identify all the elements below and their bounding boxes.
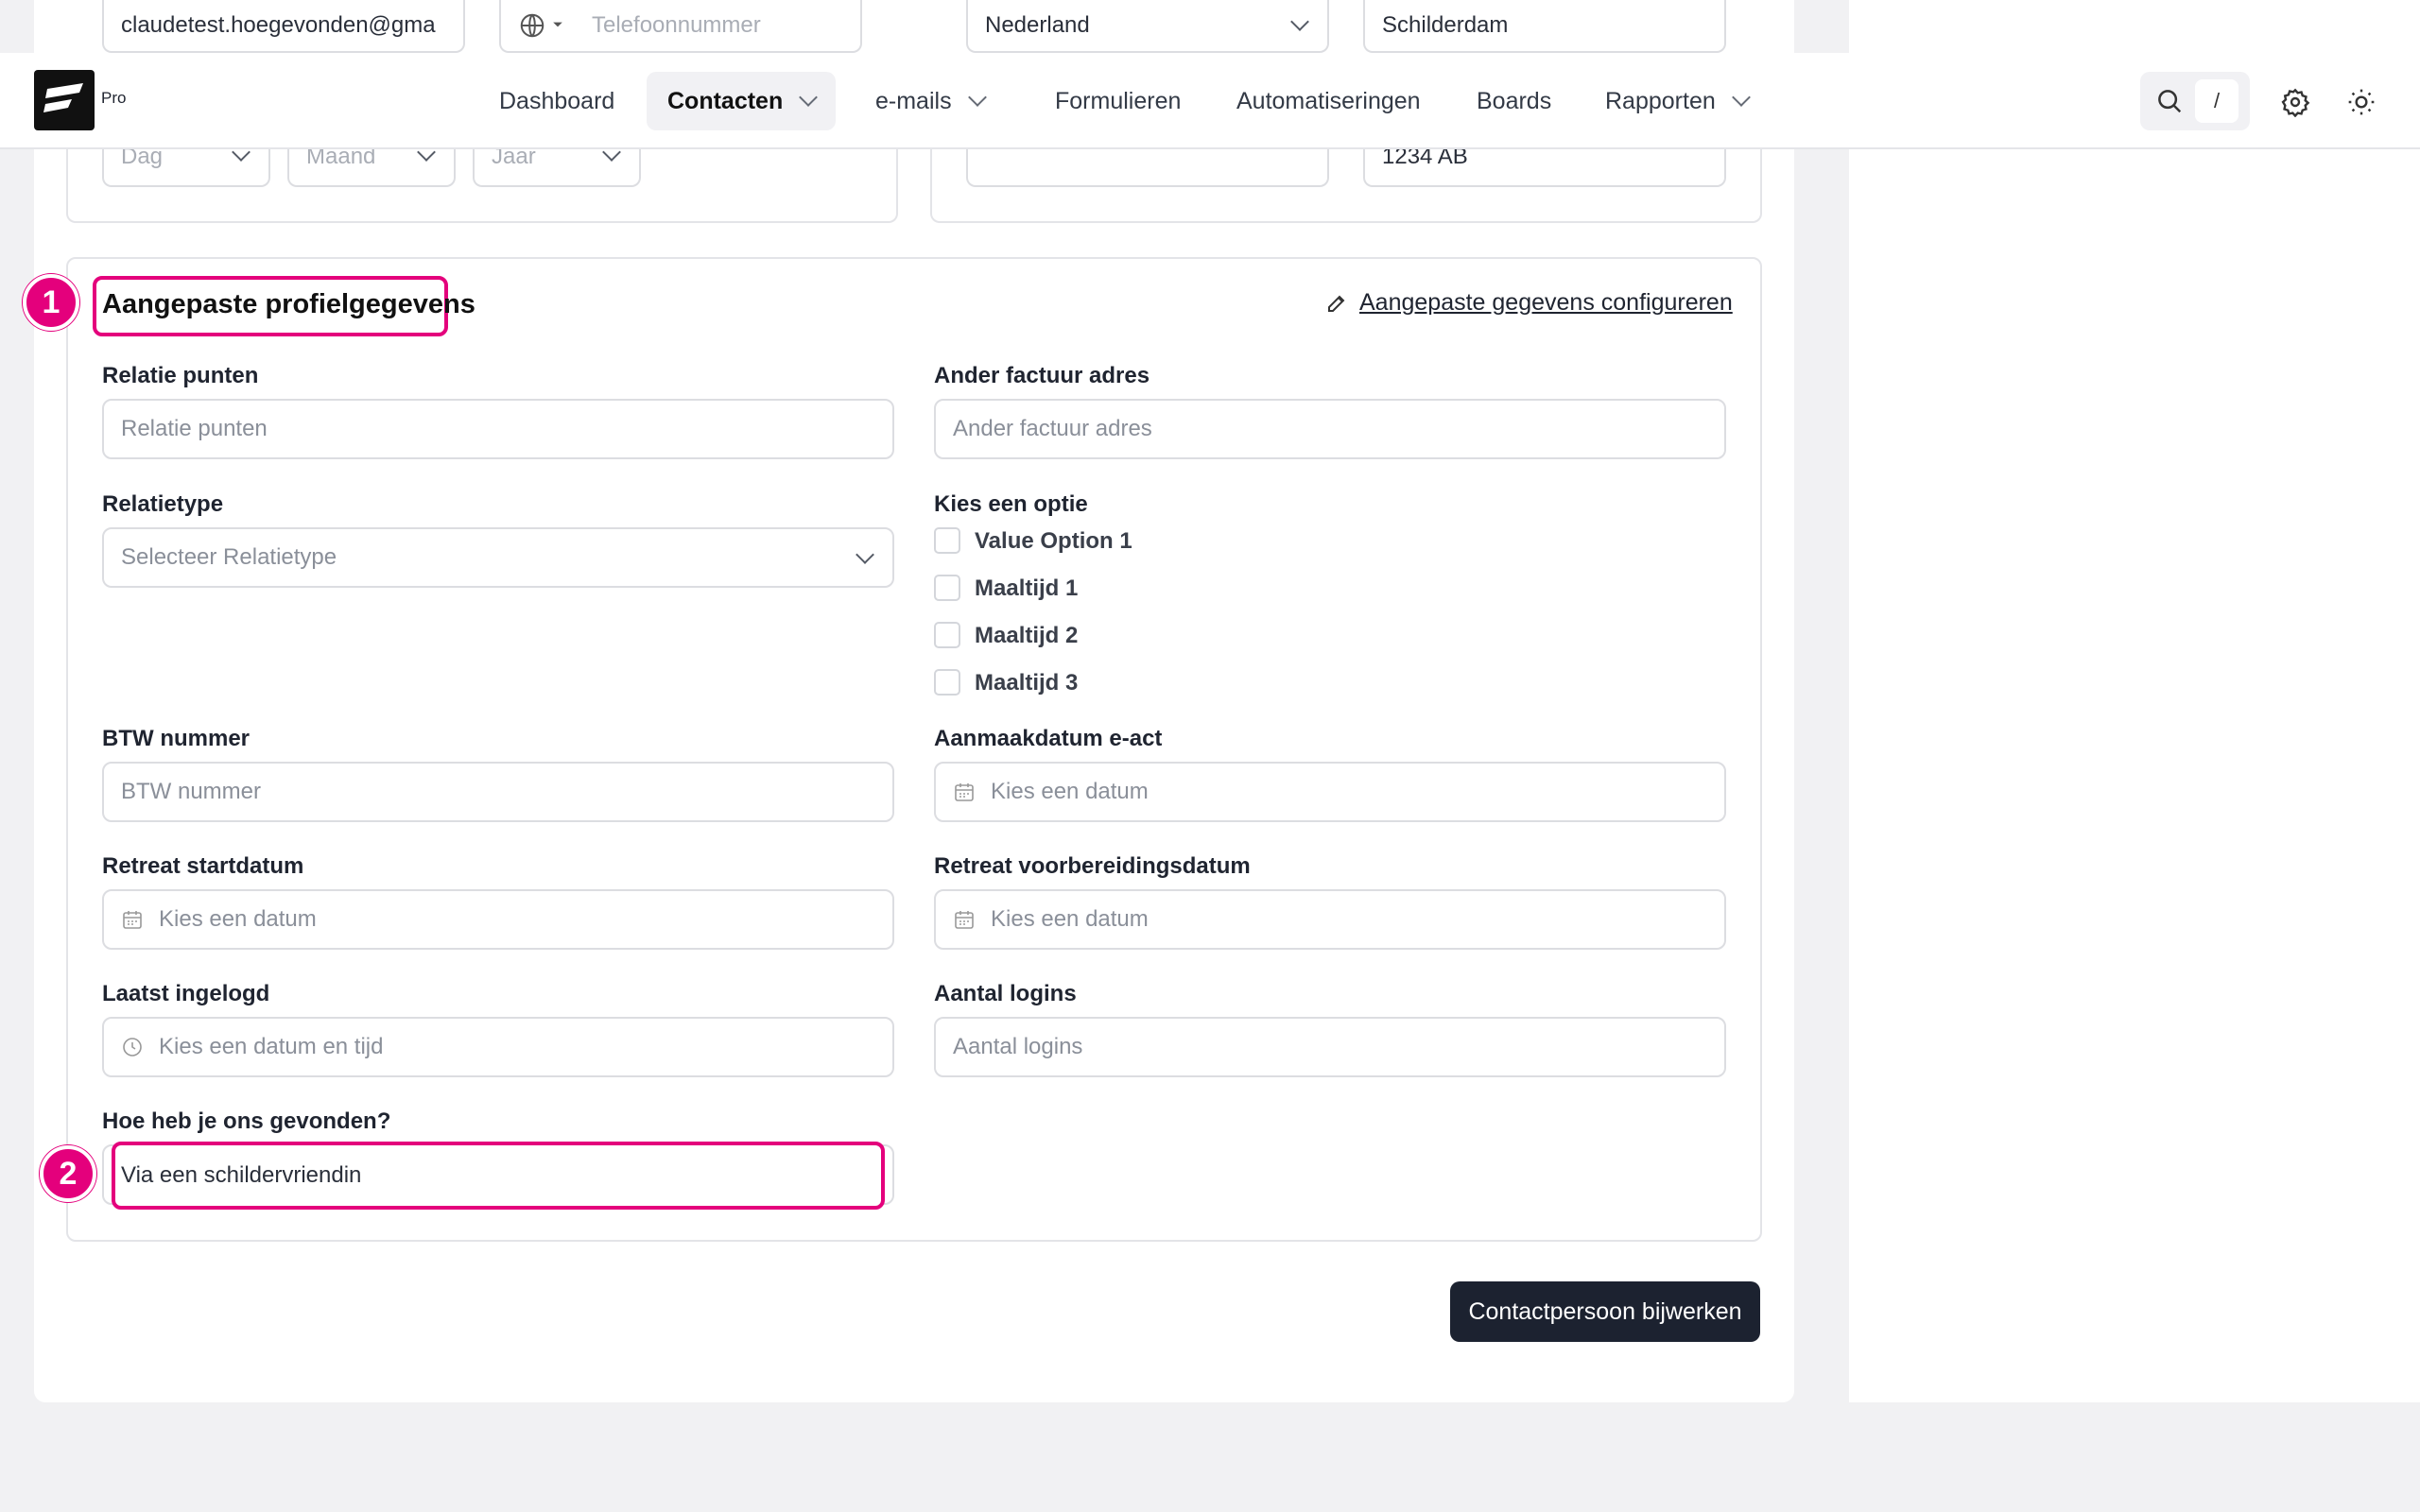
calendar-icon bbox=[953, 908, 976, 931]
gear-icon[interactable] bbox=[2280, 87, 2310, 122]
chevron-down-icon bbox=[799, 88, 819, 107]
relatie-punten-label: Relatie punten bbox=[102, 363, 259, 388]
checkbox-option-2[interactable] bbox=[934, 575, 960, 601]
btw-input[interactable]: BTW nummer bbox=[102, 762, 894, 822]
calendar-icon bbox=[121, 908, 144, 931]
phone-field[interactable]: Telefoonnummer bbox=[499, 0, 862, 53]
app-logo[interactable] bbox=[34, 70, 95, 130]
nav-rapporten[interactable]: Rapporten bbox=[1584, 72, 1769, 130]
checkbox-option-4[interactable] bbox=[934, 669, 960, 696]
checkbox-label: Value Option 1 bbox=[975, 528, 1132, 554]
pencil-icon bbox=[1328, 295, 1345, 312]
annotation-badge-2: 2 bbox=[40, 1145, 96, 1202]
section-title: Aangepaste profielgegevens bbox=[102, 289, 475, 319]
search-shortcut: / bbox=[2195, 79, 2238, 123]
checkbox-label: Maaltijd 3 bbox=[975, 670, 1079, 696]
nav-boards[interactable]: Boards bbox=[1456, 72, 1572, 130]
plan-badge: Pro bbox=[101, 89, 127, 107]
country-select[interactable]: Nederland bbox=[966, 0, 1329, 53]
top-navigation: Pro Dashboard Contacten e-mails Formulie… bbox=[0, 53, 2420, 149]
retreat-start-label: Retreat startdatum bbox=[102, 853, 304, 879]
right-panel bbox=[1849, 0, 2420, 1402]
nav-emails[interactable]: e-mails bbox=[855, 72, 1005, 130]
email-field[interactable]: claudetest.hoegevonden@gma bbox=[102, 0, 465, 53]
ander-factuur-label: Ander factuur adres bbox=[934, 363, 1150, 388]
city-field[interactable]: Schilderdam bbox=[1363, 0, 1726, 53]
aantal-logins-label: Aantal logins bbox=[934, 981, 1077, 1006]
annotation-highlight-2: Via een schildervriendin bbox=[112, 1142, 885, 1210]
search-icon bbox=[2158, 90, 2182, 113]
ander-factuur-input[interactable]: Ander factuur adres bbox=[934, 399, 1726, 459]
nav-automatiseringen[interactable]: Automatiseringen bbox=[1216, 72, 1442, 130]
relatietype-select[interactable]: Selecteer Relatietype bbox=[102, 527, 894, 588]
kies-optie-label: Kies een optie bbox=[934, 491, 1088, 517]
clock-icon bbox=[121, 1036, 144, 1058]
nav-contacten[interactable]: Contacten bbox=[647, 72, 837, 130]
gevonden-label: Hoe heb je ons gevonden? bbox=[102, 1108, 391, 1134]
checkbox-option-3[interactable] bbox=[934, 622, 960, 648]
update-contact-button[interactable]: Contactpersoon bijwerken bbox=[1450, 1281, 1760, 1342]
aanmaakdatum-label: Aanmaakdatum e-act bbox=[934, 726, 1163, 751]
annotation-badge-1: 1 bbox=[23, 274, 79, 331]
checkbox-label: Maaltijd 2 bbox=[975, 623, 1079, 648]
chevron-down-icon bbox=[967, 88, 987, 107]
chevron-down-icon bbox=[1290, 12, 1309, 31]
theme-toggle-icon[interactable] bbox=[2346, 87, 2377, 122]
nav-dashboard[interactable]: Dashboard bbox=[478, 72, 635, 130]
globe-icon[interactable] bbox=[518, 11, 563, 40]
checkbox-option-1[interactable] bbox=[934, 527, 960, 554]
search-button[interactable]: / bbox=[2140, 72, 2250, 130]
relatie-punten-input[interactable]: Relatie punten bbox=[102, 399, 894, 459]
calendar-icon bbox=[953, 781, 976, 803]
aantal-logins-input[interactable]: Aantal logins bbox=[934, 1017, 1726, 1077]
retreat-prep-label: Retreat voorbereidingsdatum bbox=[934, 853, 1251, 879]
checkbox-label: Maaltijd 1 bbox=[975, 576, 1079, 601]
nav-formulieren[interactable]: Formulieren bbox=[1034, 72, 1201, 130]
configure-custom-fields-link[interactable]: Aangepaste gegevens configureren bbox=[1325, 289, 1733, 317]
relatietype-label: Relatietype bbox=[102, 491, 224, 517]
btw-label: BTW nummer bbox=[102, 726, 250, 751]
retreat-start-datepicker[interactable]: Kies een datum bbox=[102, 889, 894, 950]
laatst-ingelogd-datetimepicker[interactable]: Kies een datum en tijd bbox=[102, 1017, 894, 1077]
laatst-ingelogd-label: Laatst ingelogd bbox=[102, 981, 270, 1006]
chevron-down-icon bbox=[1731, 88, 1751, 107]
aanmaakdatum-datepicker[interactable]: Kies een datum bbox=[934, 762, 1726, 822]
chevron-down-icon bbox=[856, 545, 874, 564]
retreat-prep-datepicker[interactable]: Kies een datum bbox=[934, 889, 1726, 950]
